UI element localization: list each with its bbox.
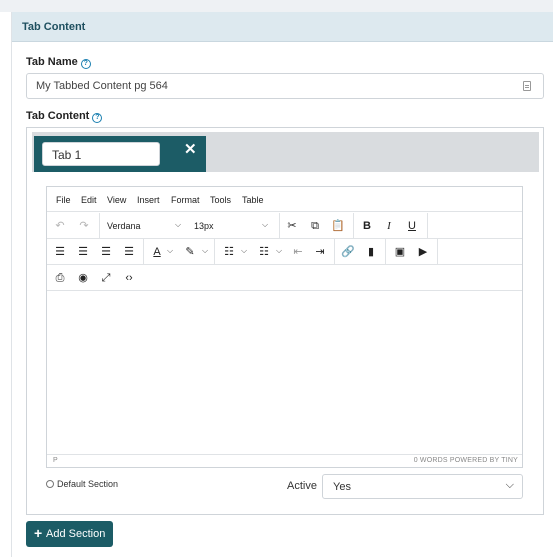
chevron-down-icon[interactable]: ⌵ bbox=[167, 246, 173, 256]
active-select[interactable]: Yes ⌵ bbox=[322, 474, 523, 499]
menu-edit[interactable]: Edit bbox=[81, 195, 97, 205]
underline-icon[interactable]: U bbox=[403, 218, 421, 234]
toolbar-divider bbox=[353, 213, 354, 238]
source-code-icon[interactable]: ‹› bbox=[120, 270, 138, 286]
plus-icon: + bbox=[34, 525, 43, 541]
outdent-icon[interactable]: ⇤ bbox=[289, 244, 307, 260]
menu-tools[interactable]: Tools bbox=[210, 195, 231, 205]
cut-icon[interactable]: ✂ bbox=[283, 218, 301, 234]
print-icon[interactable]: ⎙ bbox=[51, 270, 69, 286]
page-background-strip bbox=[0, 0, 553, 12]
font-size-select[interactable]: 13px bbox=[194, 221, 214, 231]
chevron-down-icon[interactable]: ⌵ bbox=[262, 220, 268, 230]
bullet-list-icon[interactable]: ☷ bbox=[220, 244, 238, 260]
bookmark-icon[interactable]: ▮ bbox=[362, 244, 380, 260]
tab-title-input[interactable]: Tab 1 bbox=[42, 142, 160, 166]
undo-icon[interactable]: ↶ bbox=[51, 218, 69, 234]
add-section-button[interactable]: + Add Section bbox=[26, 521, 113, 547]
chevron-down-icon[interactable]: ⌵ bbox=[175, 220, 181, 230]
chevron-down-icon: ⌵ bbox=[505, 479, 514, 491]
default-section-radio[interactable] bbox=[46, 480, 54, 488]
link-icon[interactable]: 🔗 bbox=[339, 244, 357, 260]
tab-name-input[interactable]: My Tabbed Content pg 564 bbox=[26, 73, 544, 99]
menu-table[interactable]: Table bbox=[242, 195, 264, 205]
help-icon[interactable]: ? bbox=[80, 59, 91, 69]
tab-name-label: Tab Name? bbox=[26, 56, 91, 69]
image-icon[interactable]: ▣ bbox=[391, 244, 409, 260]
rich-text-editor: File Edit View Insert Format Tools Table… bbox=[46, 186, 523, 468]
editor-statusbar: P 0 WORDS POWERED BY TINY bbox=[47, 454, 522, 467]
status-word-count: 0 WORDS POWERED BY TINY bbox=[413, 457, 518, 464]
help-icon[interactable]: ? bbox=[92, 113, 103, 123]
paste-icon[interactable]: 📋 bbox=[329, 218, 347, 234]
italic-icon[interactable]: I bbox=[380, 218, 398, 234]
toolbar-row-2: ☰ ☰ ☰ ☰ A ⌵ ✎ ⌵ ☷ ⌵ ☷ ⌵ ⇤ ⇥ 🔗 ▮ ▣ ▶ bbox=[47, 239, 522, 265]
highlight-color-icon[interactable]: ✎ bbox=[181, 244, 199, 260]
menu-format[interactable]: Format bbox=[171, 195, 200, 205]
toolbar-divider bbox=[437, 239, 438, 264]
chevron-down-icon[interactable]: ⌵ bbox=[276, 246, 282, 256]
align-left-icon[interactable]: ☰ bbox=[51, 244, 69, 260]
tab-title-value: Tab 1 bbox=[52, 148, 82, 162]
editor-menubar: File Edit View Insert Format Tools Table bbox=[47, 187, 522, 212]
align-right-icon[interactable]: ☰ bbox=[97, 244, 115, 260]
preview-icon[interactable]: ◉ bbox=[74, 270, 92, 286]
panel-header: Tab Content bbox=[12, 12, 553, 42]
tab-content-label-text: Tab Content bbox=[26, 110, 90, 122]
chevron-down-icon[interactable]: ⌵ bbox=[241, 246, 247, 256]
field-options-icon[interactable] bbox=[523, 81, 531, 91]
panel-title: Tab Content bbox=[22, 21, 86, 33]
numbered-list-icon[interactable]: ☷ bbox=[255, 244, 273, 260]
tab-content-label: Tab Content? bbox=[26, 110, 103, 123]
toolbar-divider bbox=[427, 213, 428, 238]
toolbar-divider bbox=[279, 213, 280, 238]
editor-content-area[interactable] bbox=[47, 291, 522, 454]
default-section-label: Default Section bbox=[57, 479, 119, 489]
align-center-icon[interactable]: ☰ bbox=[74, 244, 92, 260]
add-section-label: Add Section bbox=[46, 528, 106, 540]
toolbar-divider bbox=[214, 239, 215, 264]
font-family-select[interactable]: Verdana bbox=[107, 221, 141, 231]
menu-file[interactable]: File bbox=[56, 195, 71, 205]
toolbar-divider bbox=[143, 239, 144, 264]
tab-bar: Tab 1 ✕ bbox=[32, 132, 539, 172]
toolbar-row-1: ↶ ↷ Verdana ⌵ 13px ⌵ ✂ ⧉ 📋 B I U bbox=[47, 213, 522, 239]
tab-name-label-text: Tab Name bbox=[26, 56, 78, 68]
toolbar-row-3: ⎙ ◉ ⤢ ‹› bbox=[47, 265, 522, 291]
status-path[interactable]: P bbox=[53, 457, 58, 464]
toolbar-divider bbox=[334, 239, 335, 264]
fullscreen-icon[interactable]: ⤢ bbox=[97, 270, 115, 286]
redo-icon[interactable]: ↷ bbox=[75, 218, 93, 234]
indent-icon[interactable]: ⇥ bbox=[311, 244, 329, 260]
toolbar-divider bbox=[385, 239, 386, 264]
menu-insert[interactable]: Insert bbox=[137, 195, 160, 205]
tab-name-value: My Tabbed Content pg 564 bbox=[36, 80, 168, 92]
menu-view[interactable]: View bbox=[107, 195, 126, 205]
toolbar-divider bbox=[99, 213, 100, 238]
tab-item[interactable]: Tab 1 ✕ bbox=[34, 136, 206, 172]
active-label: Active bbox=[287, 480, 317, 492]
align-justify-icon[interactable]: ☰ bbox=[120, 244, 138, 260]
chevron-down-icon[interactable]: ⌵ bbox=[202, 246, 208, 256]
close-icon[interactable]: ✕ bbox=[184, 140, 197, 158]
tabs-container: Tab 1 ✕ File Edit View Insert Format Too… bbox=[26, 127, 544, 515]
copy-icon[interactable]: ⧉ bbox=[306, 218, 324, 234]
bold-icon[interactable]: B bbox=[358, 218, 376, 234]
active-select-value: Yes bbox=[333, 481, 351, 493]
text-color-icon[interactable]: A bbox=[148, 244, 166, 260]
media-icon[interactable]: ▶ bbox=[414, 244, 432, 260]
